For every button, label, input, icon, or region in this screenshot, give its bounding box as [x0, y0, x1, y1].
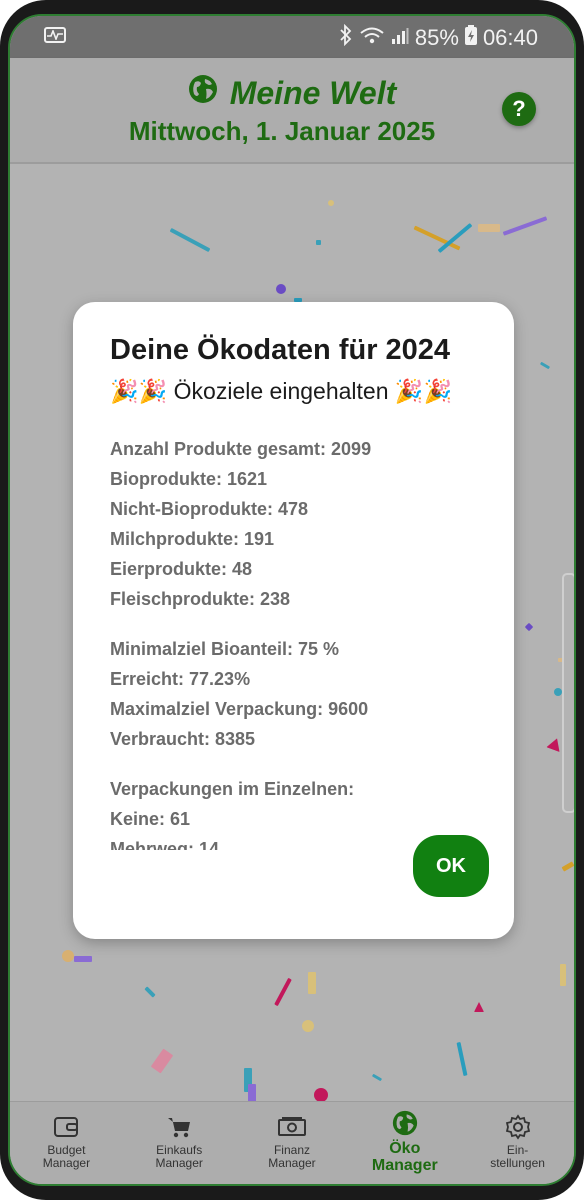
nav-budget-manager[interactable]: Budget Manager	[10, 1102, 123, 1184]
confetti-piece	[456, 1041, 468, 1077]
confetti-piece	[169, 227, 211, 253]
signal-icon	[391, 25, 409, 51]
goal-achieved: Erreicht: 77.23%	[110, 669, 251, 689]
goal-used: Verbraucht: 8385	[110, 729, 256, 749]
stat-meat-products: Fleischprodukte: 238	[110, 589, 291, 609]
confetti-piece	[560, 964, 566, 986]
confetti-piece	[248, 1084, 256, 1102]
money-icon	[277, 1114, 306, 1140]
confetti-piece	[554, 688, 562, 696]
confetti-piece	[308, 972, 316, 994]
cart-icon	[165, 1114, 193, 1140]
gear-icon	[504, 1114, 532, 1140]
app-header: Meine Welt Mittwoch, 1. Januar 2025 ?	[10, 58, 574, 164]
help-button[interactable]: ?	[502, 92, 536, 126]
confetti-piece	[371, 1073, 383, 1082]
confetti-piece	[316, 240, 321, 245]
app-title: Meine Welt	[229, 74, 397, 111]
nav-finance-manager[interactable]: Finanz Manager	[236, 1102, 349, 1184]
nav-label: Finanz Manager	[268, 1143, 316, 1170]
packaging-heading: Verpackungen im Einzelnen:	[110, 779, 355, 799]
confetti-piece	[474, 1002, 484, 1012]
confetti-piece	[276, 284, 286, 294]
confetti-piece	[150, 1048, 174, 1074]
status-right: 85% 06:40	[339, 23, 538, 52]
current-date: Mittwoch, 1. Januar 2025	[128, 116, 436, 146]
confetti-piece	[524, 622, 534, 632]
bluetooth-icon	[339, 23, 353, 52]
confetti-piece	[539, 361, 551, 370]
nav-eco-manager[interactable]: Öko Manager	[348, 1102, 461, 1184]
confetti-piece	[144, 986, 156, 998]
wifi-icon	[359, 25, 385, 51]
packaging-none: Keine: 61	[110, 809, 191, 829]
confetti-piece	[478, 224, 500, 232]
battery-charging-icon	[464, 25, 477, 51]
stat-total-products: Anzahl Produkte gesamt: 2099	[110, 439, 372, 459]
nav-label: Einkaufs Manager	[155, 1143, 203, 1170]
goal-max-packaging: Maximalziel Verpackung: 9600	[110, 699, 369, 719]
goal-min-organic: Minimalziel Bioanteil: 75 %	[110, 639, 340, 659]
confetti-piece	[561, 861, 574, 872]
confetti-piece	[328, 200, 334, 206]
globe-icon	[188, 74, 218, 112]
ok-button[interactable]: OK	[413, 835, 489, 897]
nav-label: Öko Manager	[371, 1140, 438, 1174]
activity-icon	[44, 27, 66, 43]
globe-icon	[391, 1110, 419, 1136]
confetti-piece	[62, 950, 74, 962]
stat-non-organic-products: Nicht-Bioprodukte: 478	[110, 499, 309, 519]
dialog-body-scroll[interactable]: Anzahl Produkte gesamt: 2099 Bioprodukte…	[110, 434, 490, 850]
dialog-title: Deine Ökodaten für 2024	[110, 334, 451, 366]
confetti-piece	[274, 977, 292, 1007]
clock: 06:40	[482, 25, 538, 50]
dialog-subtitle: 🎉🎉 Ökoziele eingehalten 🎉🎉	[110, 378, 453, 404]
confetti-piece	[74, 956, 92, 962]
eco-data-dialog: Deine Ökodaten für 2024 🎉🎉 Ökoziele eing…	[73, 302, 514, 939]
stat-organic-products: Bioprodukte: 1621	[110, 469, 268, 489]
app-title-row: Meine Welt	[10, 74, 574, 112]
nav-label: Budget Manager	[42, 1143, 91, 1170]
stat-egg-products: Eierprodukte: 48	[110, 559, 253, 579]
screen: 85% 06:40 Meine Welt Mittwoch, 1. Januar…	[8, 14, 576, 1186]
edge-panel-handle[interactable]	[562, 573, 574, 813]
status-bar: 85% 06:40	[10, 16, 574, 58]
bottom-navigation: Budget Manager Einkaufs Manager Finanz M…	[10, 1101, 574, 1184]
phone-frame: 85% 06:40 Meine Welt Mittwoch, 1. Januar…	[0, 0, 584, 1200]
battery-percent: 85%	[414, 25, 459, 50]
nav-settings[interactable]: Ein- stellungen	[461, 1102, 574, 1184]
confetti-piece	[314, 1088, 328, 1102]
wallet-icon	[52, 1114, 80, 1140]
confetti-piece	[502, 216, 548, 236]
nav-shopping-manager[interactable]: Einkaufs Manager	[123, 1102, 236, 1184]
confetti-piece	[302, 1020, 314, 1032]
stat-dairy-products: Milchprodukte: 191	[110, 529, 275, 549]
nav-label: Ein- stellungen	[490, 1143, 545, 1170]
